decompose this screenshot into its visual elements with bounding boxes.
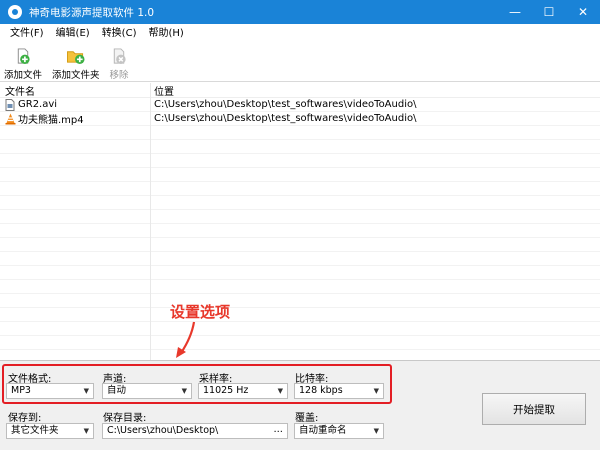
list-row[interactable]: 功夫熊猫.mp4 C:\Users\zhou\Desktop\test_soft…: [0, 112, 600, 126]
save-dir-field[interactable]: C:\Users\zhou\Desktop\ ...: [102, 423, 288, 439]
format-value: MP3: [11, 385, 31, 396]
chevron-down-icon: ▼: [83, 427, 89, 435]
add-file-icon: [17, 48, 30, 65]
maximize-button[interactable]: ☐: [532, 0, 566, 24]
add-folder-button[interactable]: 添加文件夹: [52, 44, 100, 81]
save-to-value: 其它文件夹: [11, 425, 59, 436]
window-title: 神奇电影源声提取软件 1.0: [29, 6, 155, 19]
window-controls: — ☐ ✕: [498, 0, 600, 24]
remove-icon: [113, 48, 126, 65]
bitrate-value: 128 kbps: [299, 385, 343, 396]
save-dir-label: 保存目录:: [103, 413, 147, 424]
channel-value: 自动: [107, 385, 127, 396]
remove-button[interactable]: 移除: [110, 44, 129, 81]
chevron-down-icon: ▼: [373, 427, 379, 435]
menu-help[interactable]: 帮助(H): [142, 24, 189, 44]
overwrite-select[interactable]: 自动重命名 ▼: [294, 423, 384, 439]
annotation-text: 设置选项: [170, 303, 231, 321]
save-to-select[interactable]: 其它文件夹 ▼: [6, 423, 94, 439]
file-location: C:\Users\zhou\Desktop\test_softwares\vid…: [154, 99, 417, 110]
menu-bar: 文件(F) 编辑(E) 转换(C) 帮助(H): [0, 24, 600, 44]
file-name: GR2.avi: [18, 99, 58, 110]
settings-panel: 文件格式: MP3 ▼ 声道: 自动 ▼ 采样率: 11025 Hz ▼ 比特率…: [0, 360, 600, 450]
add-folder-label: 添加文件夹: [52, 70, 100, 81]
chevron-down-icon: ▼: [83, 387, 89, 395]
sample-rate-select[interactable]: 11025 Hz ▼: [198, 383, 288, 399]
save-dir-value: C:\Users\zhou\Desktop\: [107, 425, 219, 436]
format-select[interactable]: MP3 ▼: [6, 383, 94, 399]
column-divider: [150, 83, 151, 360]
avi-file-icon: [5, 98, 15, 111]
column-header-location[interactable]: 位置: [150, 83, 600, 98]
add-folder-icon: [66, 51, 85, 65]
save-to-label: 保存到:: [8, 413, 42, 424]
chevron-down-icon: ▼: [181, 387, 187, 395]
menu-file[interactable]: 文件(F): [4, 24, 50, 44]
add-file-label: 添加文件: [4, 70, 43, 81]
overwrite-label: 覆盖:: [295, 413, 319, 424]
minimize-button[interactable]: —: [498, 0, 532, 24]
overwrite-value: 自动重命名: [299, 425, 347, 436]
sample-rate-value: 11025 Hz: [203, 385, 249, 396]
list-row[interactable]: GR2.avi C:\Users\zhou\Desktop\test_softw…: [0, 98, 600, 112]
browse-button[interactable]: ...: [273, 424, 283, 437]
file-name: 功夫熊猫.mp4: [18, 115, 84, 126]
close-button[interactable]: ✕: [566, 0, 600, 24]
vlc-cone-icon: [5, 113, 16, 124]
list-header: 文件名 位置: [0, 83, 600, 98]
menu-convert[interactable]: 转换(C): [96, 24, 143, 44]
column-header-name[interactable]: 文件名: [0, 83, 150, 98]
add-file-button[interactable]: 添加文件: [4, 44, 42, 81]
channel-select[interactable]: 自动 ▼: [102, 383, 192, 399]
annotation-arrow-icon: [176, 321, 196, 358]
bitrate-select[interactable]: 128 kbps ▼: [294, 383, 384, 399]
remove-label: 移除: [109, 70, 129, 81]
toolbar: 添加文件 添加文件夹 移除: [0, 44, 600, 82]
chevron-down-icon: ▼: [373, 387, 379, 395]
file-location: C:\Users\zhou\Desktop\test_softwares\vid…: [154, 113, 417, 124]
title-bar: 神奇电影源声提取软件 1.0 — ☐ ✕: [0, 0, 600, 24]
start-extract-button[interactable]: 开始提取: [482, 393, 586, 425]
menu-edit[interactable]: 编辑(E): [50, 24, 96, 44]
file-list[interactable]: 文件名 位置 GR2.avi C:\Users\zhou\Desktop\tes…: [0, 83, 600, 360]
app-icon: [8, 5, 22, 19]
chevron-down-icon: ▼: [277, 387, 283, 395]
